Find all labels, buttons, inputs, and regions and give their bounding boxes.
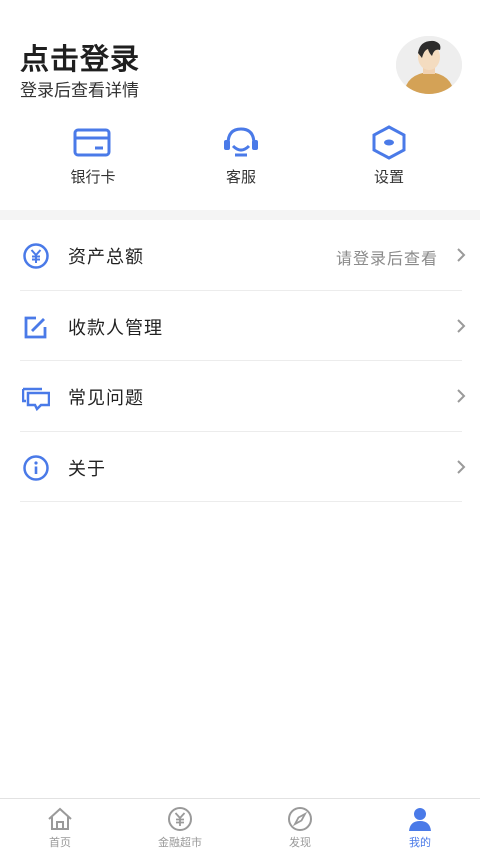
settings-hexagon-icon bbox=[372, 125, 406, 160]
chevron-right-icon bbox=[457, 389, 466, 403]
menu-item-label: 资产总额 bbox=[68, 247, 144, 268]
tab-label: 发现 bbox=[289, 836, 311, 849]
menu-item-faq[interactable]: 常见问题 bbox=[20, 361, 466, 432]
bottom-tab-bar: 首页 金融超市 发现 我的 bbox=[0, 798, 480, 854]
quick-bank-card[interactable]: 银行卡 bbox=[38, 120, 148, 187]
quick-settings[interactable]: 设置 bbox=[334, 120, 444, 187]
avatar-icon bbox=[396, 36, 462, 94]
tab-finance-market[interactable]: 金融超市 bbox=[120, 799, 240, 854]
chevron-right-icon bbox=[457, 248, 466, 262]
login-title[interactable]: 点击登录 bbox=[20, 36, 140, 78]
menu-item-payee-management[interactable]: 收款人管理 bbox=[20, 291, 466, 361]
menu-item-label: 关于 bbox=[68, 458, 106, 480]
tab-home[interactable]: 首页 bbox=[0, 799, 120, 854]
menu-item-hint: 请登录后查看 bbox=[335, 249, 438, 268]
menu-list: 资产总额 请登录后查看 收款人管理 常见问题 关于 bbox=[0, 220, 480, 502]
bank-card-icon bbox=[73, 128, 111, 157]
home-icon bbox=[48, 807, 72, 830]
section-divider bbox=[0, 210, 480, 220]
chat-bubbles-icon bbox=[22, 387, 50, 411]
yuan-coin-icon bbox=[168, 807, 192, 831]
menu-item-total-assets[interactable]: 资产总额 请登录后查看 bbox=[20, 220, 466, 291]
tab-discover[interactable]: 发现 bbox=[240, 799, 360, 854]
login-subtitle: 登录后查看详情 bbox=[20, 81, 139, 101]
tab-label: 首页 bbox=[49, 836, 71, 849]
yuan-circle-icon bbox=[23, 243, 49, 269]
quick-bank-card-label: 银行卡 bbox=[70, 168, 116, 186]
tab-label: 金融超市 bbox=[158, 836, 202, 849]
user-icon bbox=[409, 808, 431, 831]
profile-header[interactable]: 点击登录 登录后查看详情 bbox=[0, 0, 480, 110]
edit-square-icon bbox=[24, 316, 47, 338]
compass-icon bbox=[288, 807, 312, 831]
quick-customer-service-label: 客服 bbox=[225, 168, 256, 186]
quick-actions: 银行卡 客服 设置 bbox=[0, 120, 480, 200]
menu-item-label: 收款人管理 bbox=[68, 317, 163, 339]
chevron-right-icon bbox=[457, 459, 466, 474]
menu-item-label: 常见问题 bbox=[68, 388, 144, 409]
info-circle-icon bbox=[23, 454, 49, 481]
tab-label: 我的 bbox=[409, 836, 431, 849]
headset-icon bbox=[224, 127, 258, 157]
quick-customer-service[interactable]: 客服 bbox=[186, 120, 296, 187]
avatar[interactable] bbox=[396, 36, 462, 94]
quick-settings-label: 设置 bbox=[373, 168, 404, 186]
menu-item-about[interactable]: 关于 bbox=[20, 432, 466, 502]
tab-mine[interactable]: 我的 bbox=[360, 799, 480, 854]
chevron-right-icon bbox=[457, 318, 466, 333]
